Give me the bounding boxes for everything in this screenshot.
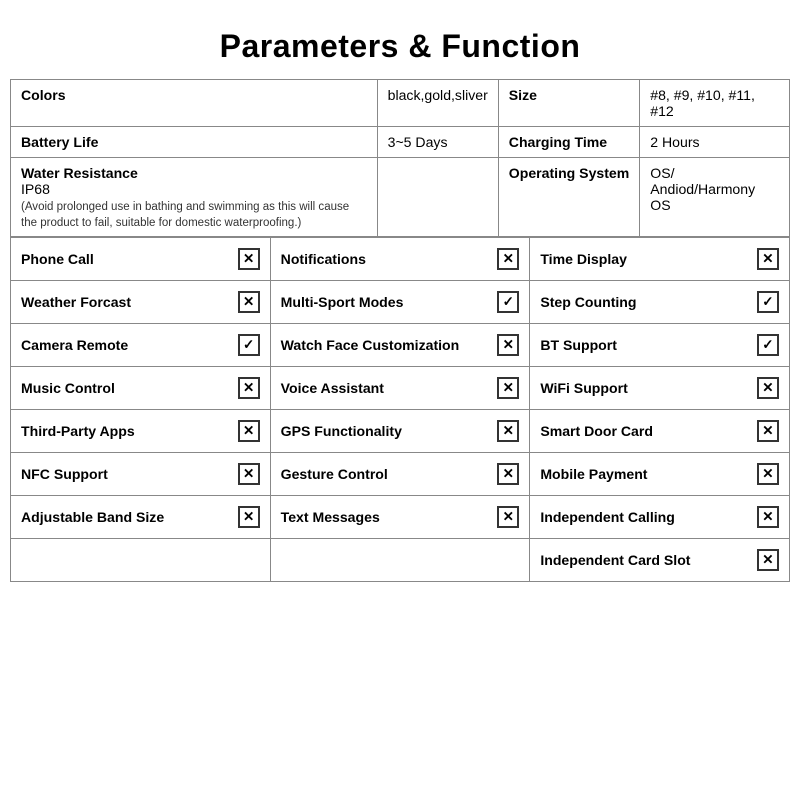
size-value: #8, #9, #10, #11, #12 xyxy=(640,80,790,127)
size-label: Size xyxy=(498,80,639,127)
feature-cell: Voice Assistant xyxy=(270,367,530,410)
x-icon xyxy=(497,463,519,485)
x-icon xyxy=(757,506,779,528)
feature-cell: Third-Party Apps xyxy=(11,410,271,453)
feature-cell: Weather Forcast xyxy=(11,281,271,324)
feature-name: Multi-Sport Modes xyxy=(281,294,490,310)
check-icon xyxy=(497,291,519,313)
feature-name: GPS Functionality xyxy=(281,423,490,439)
feature-name: Time Display xyxy=(540,251,749,267)
feature-cell: Text Messages xyxy=(270,496,530,539)
water-label: Water Resistance xyxy=(21,165,138,181)
x-icon xyxy=(757,549,779,571)
feature-cell: NFC Support xyxy=(11,453,271,496)
x-icon xyxy=(757,377,779,399)
feature-name: NFC Support xyxy=(21,466,230,482)
check-icon xyxy=(757,334,779,356)
feature-name: Camera Remote xyxy=(21,337,230,353)
colors-value: black,gold,sliver xyxy=(377,80,498,127)
battery-label: Battery Life xyxy=(11,127,378,158)
feature-cell xyxy=(270,539,530,582)
feature-name: Step Counting xyxy=(540,294,749,310)
battery-value: 3~5 Days xyxy=(377,127,498,158)
feature-cell: Mobile Payment xyxy=(530,453,790,496)
feature-name: Music Control xyxy=(21,380,230,396)
feature-cell: Smart Door Card xyxy=(530,410,790,453)
x-icon xyxy=(757,463,779,485)
feature-name: Gesture Control xyxy=(281,466,490,482)
feature-name: Independent Calling xyxy=(540,509,749,525)
feature-name: Independent Card Slot xyxy=(540,552,749,568)
x-icon xyxy=(238,420,260,442)
feature-name: WiFi Support xyxy=(540,380,749,396)
specs-table: Colors black,gold,sliver Size #8, #9, #1… xyxy=(10,79,790,237)
x-icon xyxy=(238,506,260,528)
feature-name: Mobile Payment xyxy=(540,466,749,482)
check-icon xyxy=(238,334,260,356)
feature-cell: Watch Face Customization xyxy=(270,324,530,367)
feature-cell: BT Support xyxy=(530,324,790,367)
x-icon xyxy=(757,248,779,270)
x-icon xyxy=(238,377,260,399)
features-table: Phone Call Notifications Time Display Weath… xyxy=(10,237,790,582)
feature-name: BT Support xyxy=(540,337,749,353)
feature-name: Third-Party Apps xyxy=(21,423,230,439)
feature-name: Weather Forcast xyxy=(21,294,230,310)
page-title: Parameters & Function xyxy=(10,10,790,79)
feature-cell: Step Counting xyxy=(530,281,790,324)
feature-cell: Adjustable Band Size xyxy=(11,496,271,539)
x-icon xyxy=(497,506,519,528)
feature-cell: Phone Call xyxy=(11,238,271,281)
charging-label: Charging Time xyxy=(498,127,639,158)
feature-cell: Multi-Sport Modes xyxy=(270,281,530,324)
feature-cell: Independent Card Slot xyxy=(530,539,790,582)
feature-cell: Camera Remote xyxy=(11,324,271,367)
check-icon xyxy=(757,291,779,313)
feature-name: Smart Door Card xyxy=(540,423,749,439)
x-icon xyxy=(497,420,519,442)
os-value: OS/ Andiod/Harmony OS xyxy=(640,158,790,237)
feature-name: Phone Call xyxy=(21,251,230,267)
feature-cell: GPS Functionality xyxy=(270,410,530,453)
feature-cell: Gesture Control xyxy=(270,453,530,496)
os-label: Operating System xyxy=(498,158,639,237)
feature-cell xyxy=(11,539,271,582)
water-note: (Avoid prolonged use in bathing and swim… xyxy=(21,201,349,229)
feature-cell: WiFi Support xyxy=(530,367,790,410)
x-icon xyxy=(238,463,260,485)
feature-name: Watch Face Customization xyxy=(281,337,490,353)
charging-value: 2 Hours xyxy=(640,127,790,158)
x-icon xyxy=(238,248,260,270)
x-icon xyxy=(497,248,519,270)
colors-label: Colors xyxy=(11,80,378,127)
feature-name: Notifications xyxy=(281,251,490,267)
feature-cell: Time Display xyxy=(530,238,790,281)
x-icon xyxy=(497,377,519,399)
x-icon xyxy=(757,420,779,442)
x-icon xyxy=(238,291,260,313)
feature-name: Voice Assistant xyxy=(281,380,490,396)
feature-name: Adjustable Band Size xyxy=(21,509,230,525)
water-value: IP68 xyxy=(21,181,50,197)
feature-cell: Music Control xyxy=(11,367,271,410)
feature-name: Text Messages xyxy=(281,509,490,525)
feature-cell: Notifications xyxy=(270,238,530,281)
x-icon xyxy=(497,334,519,356)
feature-cell: Independent Calling xyxy=(530,496,790,539)
